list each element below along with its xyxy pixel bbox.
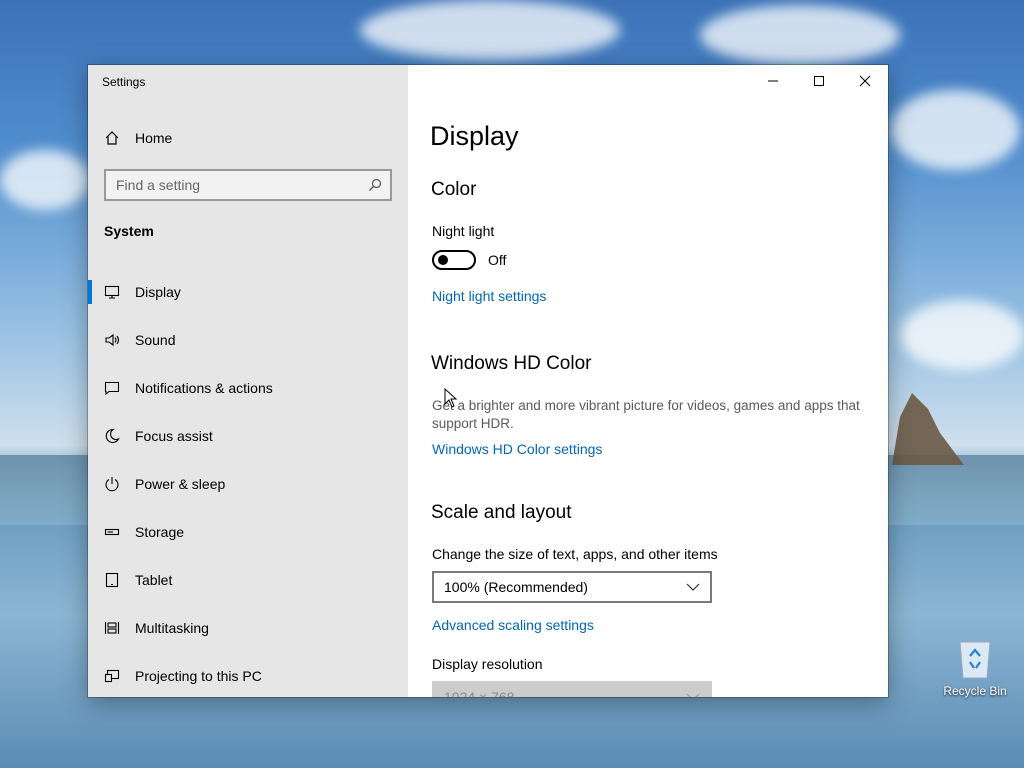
content-pane: Display Color Night light Off Night ligh…: [408, 65, 888, 697]
sidebar-item-label: Sound: [135, 332, 176, 348]
sidebar-item-label: Storage: [135, 524, 185, 540]
sidebar-item-label: Multitasking: [135, 620, 209, 636]
sidebar-nav: Display Sound Notifications & actions Fo…: [88, 268, 408, 697]
search-box[interactable]: [104, 169, 392, 201]
power-icon: [104, 476, 120, 492]
maximize-icon: [814, 76, 824, 86]
hd-color-heading: Windows HD Color: [431, 353, 592, 374]
night-light-settings-link[interactable]: Night light settings: [432, 288, 546, 304]
storage-icon: [104, 524, 120, 540]
night-light-state: Off: [488, 252, 507, 268]
search-icon[interactable]: [368, 178, 382, 192]
sidebar-item-sound[interactable]: Sound: [88, 316, 408, 364]
color-heading: Color: [431, 179, 477, 200]
scale-size-label: Change the size of text, apps, and other…: [432, 546, 718, 562]
close-button[interactable]: [842, 65, 888, 97]
multitasking-icon: [104, 620, 120, 636]
projecting-icon: [104, 668, 120, 684]
sidebar-item-label: Display: [135, 284, 181, 300]
night-light-label: Night light: [432, 223, 495, 239]
toggle-track[interactable]: [432, 250, 476, 270]
desktop-cloud: [700, 5, 900, 65]
hd-color-settings-link[interactable]: Windows HD Color settings: [432, 441, 602, 457]
desktop-cloud: [360, 0, 620, 60]
recycle-bin-icon: [959, 641, 991, 679]
advanced-scaling-link[interactable]: Advanced scaling settings: [432, 617, 594, 633]
notification-icon: [104, 380, 120, 396]
sidebar-item-focus-assist[interactable]: Focus assist: [88, 412, 408, 460]
sidebar-item-notifications[interactable]: Notifications & actions: [88, 364, 408, 412]
desktop-cliff: [892, 393, 964, 465]
recycle-bin-label: Recycle Bin: [943, 684, 1007, 698]
scale-layout-heading: Scale and layout: [431, 502, 572, 523]
maximize-button[interactable]: [796, 65, 842, 97]
hd-color-description: Get a brighter and more vibrant picture …: [432, 398, 860, 431]
desktop-cloud: [890, 90, 1020, 170]
scale-dropdown[interactable]: 100% (Recommended): [432, 571, 712, 603]
close-icon: [859, 75, 871, 87]
sidebar-item-label: Power & sleep: [135, 476, 226, 492]
desktop-cloud: [0, 150, 90, 210]
desktop-cloud: [900, 300, 1024, 370]
resolution-dropdown-value: 1024 × 768: [444, 689, 515, 697]
sidebar: Settings Home System Display: [88, 65, 408, 697]
minimize-button[interactable]: [750, 65, 796, 97]
settings-window: Settings Home System Display: [88, 65, 888, 697]
sidebar-item-storage[interactable]: Storage: [88, 508, 408, 556]
sidebar-home-label: Home: [135, 130, 173, 146]
minimize-icon: [768, 80, 778, 82]
moon-icon: [104, 428, 120, 444]
sidebar-item-label: Notifications & actions: [135, 380, 273, 396]
resolution-dropdown[interactable]: 1024 × 768: [432, 681, 712, 697]
monitor-icon: [104, 284, 120, 300]
sidebar-item-label: Projecting to this PC: [135, 668, 262, 684]
sidebar-item-projecting[interactable]: Projecting to this PC: [88, 652, 408, 697]
scale-dropdown-value: 100% (Recommended): [444, 579, 588, 595]
sidebar-item-tablet[interactable]: Tablet: [88, 556, 408, 604]
chevron-down-icon: [686, 583, 700, 591]
page-title: Display: [430, 121, 519, 151]
mouse-cursor-icon: [444, 388, 458, 408]
sidebar-item-label: Focus assist: [135, 428, 213, 444]
search-input[interactable]: [116, 177, 368, 193]
speaker-icon: [104, 332, 120, 348]
window-title: Settings: [102, 75, 146, 89]
section-label-system: System: [104, 223, 154, 239]
sidebar-item-display[interactable]: Display: [88, 268, 408, 316]
sidebar-home[interactable]: Home: [104, 127, 172, 149]
sidebar-item-label: Tablet: [135, 572, 173, 588]
night-light-toggle[interactable]: Off: [432, 250, 506, 270]
sidebar-item-power-sleep[interactable]: Power & sleep: [88, 460, 408, 508]
toggle-knob: [438, 255, 448, 265]
resolution-label: Display resolution: [432, 656, 543, 672]
home-icon: [104, 130, 120, 146]
chevron-down-icon: [686, 693, 700, 697]
recycle-bin[interactable]: Recycle Bin: [942, 638, 1008, 698]
sidebar-item-multitasking[interactable]: Multitasking: [88, 604, 408, 652]
tablet-icon: [104, 572, 120, 588]
